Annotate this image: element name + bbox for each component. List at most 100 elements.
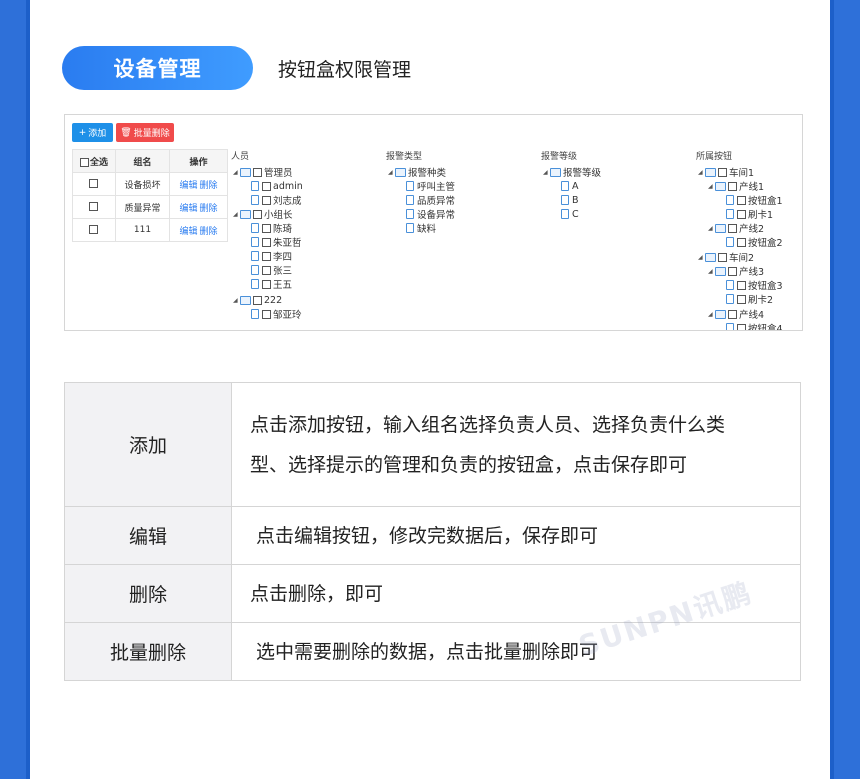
- section-badge: 设备管理: [62, 46, 253, 90]
- table-row: 批量删除 选中需要删除的数据，点击批量删除即可: [64, 622, 801, 681]
- tree-node[interactable]: ◢ 产线2: [708, 222, 764, 235]
- tree-node[interactable]: 按钮盒1: [726, 194, 783, 207]
- tree-node[interactable]: ◢ 报警等级: [543, 166, 601, 179]
- tree-checkbox: [262, 195, 271, 205]
- expand-icon: ◢: [698, 253, 703, 261]
- buttons-tree-title: 所属按钮: [696, 152, 733, 162]
- file-icon: [726, 323, 734, 330]
- tree-node[interactable]: ◢ 车间2: [698, 251, 754, 264]
- action-cell: 删除: [64, 564, 232, 623]
- action-cell: 添加: [64, 382, 232, 507]
- row-checkbox[interactable]: [89, 225, 98, 234]
- tree-node[interactable]: A: [561, 180, 579, 192]
- tree-node[interactable]: 缺料: [406, 222, 436, 235]
- row-checkbox[interactable]: [89, 179, 98, 188]
- tree-checkbox: [718, 252, 727, 262]
- tree-node[interactable]: ◢ 车间1: [698, 166, 754, 179]
- operation-cell: 编辑 删除: [169, 172, 228, 196]
- tree-node[interactable]: 刷卡2: [726, 293, 773, 306]
- folder-icon: [715, 181, 726, 191]
- action-cell: 编辑: [64, 506, 232, 565]
- group-name-cell: 设备损坏: [115, 172, 170, 196]
- tree-node[interactable]: C: [561, 208, 579, 220]
- folder-icon: [240, 295, 251, 305]
- folder-icon: [705, 252, 716, 262]
- instructions-table: 添加 点击添加按钮，输入组名选择负责人员、选择负责什么类 型、选择提示的管理和负…: [64, 382, 801, 681]
- expand-icon: ◢: [543, 168, 548, 176]
- tree-node[interactable]: 邹亚玲: [251, 308, 302, 321]
- tree-node[interactable]: ◢ 产线4: [708, 308, 764, 321]
- file-icon: [251, 181, 259, 191]
- row-checkbox-cell[interactable]: [72, 172, 116, 196]
- tree-node[interactable]: 按钮盒2: [726, 236, 783, 249]
- file-icon: [726, 209, 734, 219]
- batch-delete-label: 批量删除: [133, 129, 170, 139]
- batch-delete-button[interactable]: 🗑 批量删除: [116, 123, 174, 142]
- tree-checkbox: [262, 181, 271, 191]
- tree-checkbox: [253, 295, 262, 305]
- tree-node[interactable]: ◢ 报警种类: [388, 166, 446, 179]
- row-checkbox[interactable]: [89, 202, 98, 211]
- folder-icon: [715, 223, 726, 233]
- tree-checkbox: [737, 323, 746, 330]
- description-cell: 点击添加按钮，输入组名选择负责人员、选择负责什么类 型、选择提示的管理和负责的按…: [231, 382, 801, 507]
- screenshot-panel: + 添加 🗑 批量删除 全选 组名 操作 设备损坏 编辑 删除 质量异常 编辑 删除…: [64, 114, 803, 331]
- tree-node[interactable]: 王五: [251, 278, 292, 291]
- tree-checkbox: [737, 237, 746, 247]
- tree-node[interactable]: ◢ 产线3: [708, 265, 764, 278]
- row-checkbox-cell[interactable]: [72, 195, 116, 219]
- add-button-label: 添加: [88, 129, 107, 139]
- expand-icon: ◢: [233, 168, 238, 176]
- folder-icon: [240, 167, 251, 177]
- tree-node[interactable]: admin: [251, 180, 303, 192]
- edit-link[interactable]: 编辑: [179, 204, 197, 214]
- tree-node[interactable]: 品质异常: [406, 194, 455, 207]
- file-icon: [251, 309, 259, 319]
- tree-node[interactable]: B: [561, 194, 579, 206]
- tree-checkbox: [262, 279, 271, 289]
- tree-checkbox: [728, 266, 737, 276]
- tree-checkbox: [262, 265, 271, 275]
- tree-node[interactable]: 设备异常: [406, 208, 455, 221]
- delete-link[interactable]: 删除: [200, 204, 218, 214]
- tree-node[interactable]: 按钮盒4: [726, 322, 783, 330]
- description-cell: 点击编辑按钮，修改完数据后，保存即可: [231, 506, 801, 565]
- plus-icon: +: [78, 127, 87, 138]
- tree-checkbox: [262, 251, 271, 261]
- edit-link[interactable]: 编辑: [179, 227, 197, 237]
- tree-node[interactable]: ◢ 产线1: [708, 180, 764, 193]
- add-button[interactable]: + 添加: [72, 123, 113, 142]
- tree-node[interactable]: 张三: [251, 264, 292, 277]
- tree-node[interactable]: 李四: [251, 250, 292, 263]
- file-icon: [251, 223, 259, 233]
- expand-icon: ◢: [233, 296, 238, 304]
- expand-icon: ◢: [698, 168, 703, 176]
- folder-icon: [240, 209, 251, 219]
- tree-node[interactable]: 陈琦: [251, 222, 292, 235]
- tree-node[interactable]: 刘志成: [251, 194, 302, 207]
- expand-icon: ◢: [708, 182, 713, 190]
- right-frame-bar: [830, 0, 860, 779]
- delete-link[interactable]: 删除: [200, 227, 218, 237]
- group-name-cell: 质量异常: [115, 195, 170, 219]
- tree-checkbox: [253, 209, 262, 219]
- file-icon: [561, 195, 569, 205]
- table-row: 设备损坏 编辑 删除: [72, 172, 228, 196]
- operation-header: 操作: [169, 149, 228, 173]
- tree-node[interactable]: 朱亚哲: [251, 236, 302, 249]
- tree-node[interactable]: ◢ 管理员: [233, 166, 293, 179]
- select-all-header[interactable]: 全选: [72, 149, 116, 173]
- description-line: 点击添加按钮，输入组名选择负责人员、选择负责什么类: [250, 413, 726, 436]
- tree-node[interactable]: 刷卡1: [726, 208, 773, 221]
- tree-node[interactable]: ◢ 222: [233, 294, 282, 306]
- tree-node[interactable]: 按钮盒3: [726, 279, 783, 292]
- file-icon: [726, 195, 734, 205]
- select-all-checkbox[interactable]: [79, 157, 89, 167]
- file-icon: [561, 181, 569, 191]
- tree-node[interactable]: 呼叫主管: [406, 180, 455, 193]
- delete-link[interactable]: 删除: [200, 181, 218, 191]
- row-checkbox-cell[interactable]: [72, 218, 116, 242]
- operation-cell: 编辑 删除: [169, 195, 228, 219]
- tree-node[interactable]: ◢ 小组长: [233, 208, 293, 221]
- edit-link[interactable]: 编辑: [179, 181, 197, 191]
